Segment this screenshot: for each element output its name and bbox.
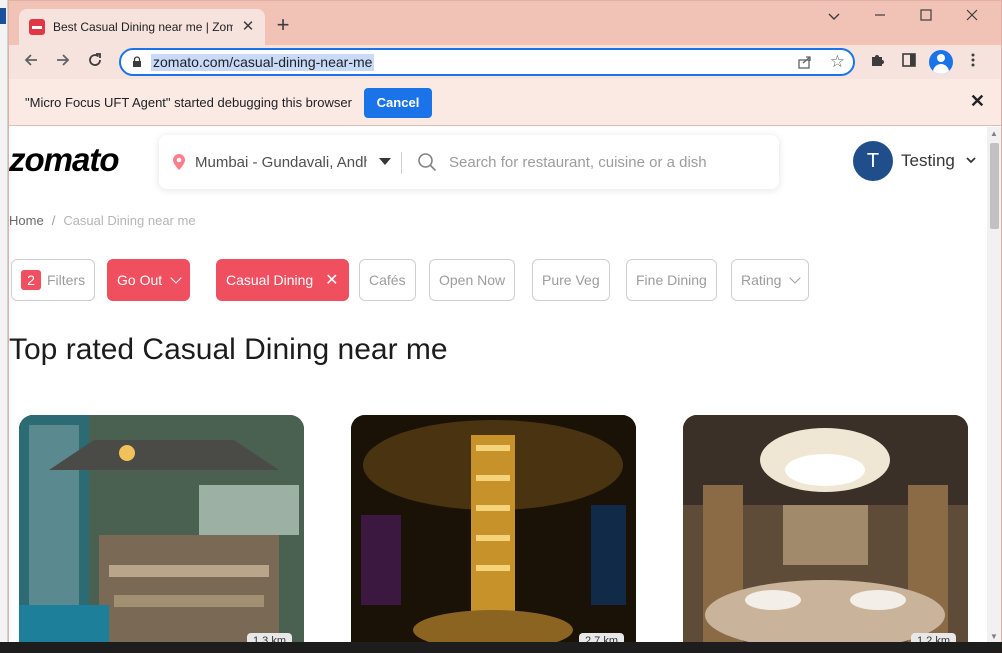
zomato-favicon-icon <box>29 19 45 35</box>
remove-filter-icon[interactable]: ✕ <box>325 270 338 290</box>
pure-veg-chip[interactable]: Pure Veg <box>532 259 610 301</box>
restaurant-card[interactable]: 2.7 km <box>351 415 636 643</box>
breadcrumb: Home / Casual Dining near me <box>9 213 196 228</box>
location-pin-icon <box>173 154 185 170</box>
casual-dining-chip[interactable]: Casual Dining ✕ <box>216 259 349 301</box>
new-tab-button[interactable]: + <box>271 14 295 38</box>
zomato-logo[interactable]: zomato <box>9 141 119 179</box>
chrome-menu-icon[interactable] <box>963 52 983 72</box>
browser-toolbar: zomato.com/casual-dining-near-me ☆ <box>9 45 1001 79</box>
location-input[interactable]: Mumbai - Gundavali, Andheri East <box>195 154 367 171</box>
cafes-chip[interactable]: Cafés <box>359 259 416 301</box>
cafes-label: Cafés <box>369 272 406 288</box>
share-icon[interactable] <box>797 54 813 74</box>
open-now-label: Open Now <box>439 272 506 288</box>
filters-label: Filters <box>47 272 86 288</box>
url-text[interactable]: zomato.com/casual-dining-near-me <box>151 54 375 71</box>
profile-avatar-icon[interactable] <box>929 50 953 74</box>
browser-window: Best Casual Dining near me | Zomato ✕ + <box>0 0 1002 653</box>
filters-button[interactable]: 2 Filters <box>11 259 96 301</box>
scrollbar-thumb[interactable] <box>990 143 999 229</box>
tab-strip: Best Casual Dining near me | Zomato ✕ + <box>9 1 1001 45</box>
user-avatar[interactable]: T <box>853 141 893 181</box>
lock-icon[interactable] <box>131 56 143 68</box>
search-bar: Mumbai - Gundavali, Andheri East Search … <box>159 135 779 189</box>
fine-dining-label: Fine Dining <box>636 272 707 288</box>
user-menu[interactable]: T Testing <box>853 141 983 181</box>
page-title: Top rated Casual Dining near me <box>9 333 448 366</box>
cancel-debugging-button[interactable]: Cancel <box>364 88 432 118</box>
rating-dropdown[interactable]: Rating <box>731 259 810 301</box>
restaurant-card[interactable]: 1.2 km <box>683 415 968 643</box>
tab-close-icon[interactable]: ✕ <box>239 18 257 36</box>
reload-icon[interactable] <box>83 50 107 74</box>
back-icon[interactable] <box>19 50 43 74</box>
chevron-down-icon[interactable] <box>965 154 977 166</box>
windows-taskbar <box>0 642 1002 653</box>
user-name[interactable]: Testing <box>901 151 955 171</box>
scroll-up-icon[interactable]: ▲ <box>990 129 998 138</box>
breadcrumb-separator: / <box>51 213 56 228</box>
go-out-dropdown[interactable]: Go Out <box>107 259 191 301</box>
rating-label: Rating <box>741 272 782 288</box>
tab-search-icon[interactable] <box>811 7 857 27</box>
open-now-chip[interactable]: Open Now <box>429 259 516 301</box>
fine-dining-chip[interactable]: Fine Dining <box>626 259 717 301</box>
active-tab[interactable]: Best Casual Dining near me | Zomato ✕ <box>19 9 265 45</box>
page-viewport: zomato Mumbai - Gundavali, Andheri East … <box>9 127 987 643</box>
search-icon <box>418 153 437 172</box>
infobar-message: "Micro Focus UFT Agent" started debuggin… <box>25 95 352 110</box>
minimize-icon[interactable] <box>857 7 903 27</box>
restaurant-image <box>351 415 636 643</box>
maximize-icon[interactable] <box>903 7 949 27</box>
page-scrollbar[interactable]: ▲ ▼ <box>987 127 1001 643</box>
chevron-down-icon <box>789 272 802 284</box>
debugging-infobar: "Micro Focus UFT Agent" started debuggin… <box>9 79 1001 126</box>
restaurant-image <box>19 415 304 643</box>
pure-veg-label: Pure Veg <box>542 272 600 288</box>
scroll-down-icon[interactable]: ▼ <box>990 632 998 641</box>
go-out-label: Go Out <box>117 272 163 288</box>
chevron-down-icon <box>170 272 182 284</box>
forward-icon[interactable] <box>51 50 75 74</box>
tab-title: Best Casual Dining near me | Zomato <box>53 20 233 34</box>
restaurant-image <box>683 415 968 643</box>
search-input[interactable]: Search for restaurant, cuisine or a dish <box>449 154 707 171</box>
bookmark-star-icon[interactable]: ☆ <box>830 52 845 72</box>
side-panel-icon[interactable] <box>899 52 919 72</box>
window-close-icon[interactable] <box>949 7 995 27</box>
location-dropdown-icon[interactable] <box>379 158 391 165</box>
chrome-frame: Best Casual Dining near me | Zomato ✕ + <box>8 0 1002 653</box>
restaurant-card[interactable]: 1.3 km <box>19 415 304 643</box>
breadcrumb-current: Casual Dining near me <box>63 213 196 228</box>
filters-count-badge: 2 <box>21 270 41 290</box>
extensions-puzzle-icon[interactable] <box>867 52 887 72</box>
filter-chips: 2 Filters Go Out Casual Dining ✕ Cafés O… <box>9 259 987 303</box>
casual-dining-label: Casual Dining <box>226 272 314 288</box>
breadcrumb-home[interactable]: Home <box>9 213 44 228</box>
search-divider <box>401 152 402 174</box>
background-app-sliver <box>0 0 8 653</box>
address-bar[interactable]: zomato.com/casual-dining-near-me ☆ <box>119 48 855 76</box>
infobar-close-icon[interactable]: ✕ <box>970 91 985 112</box>
